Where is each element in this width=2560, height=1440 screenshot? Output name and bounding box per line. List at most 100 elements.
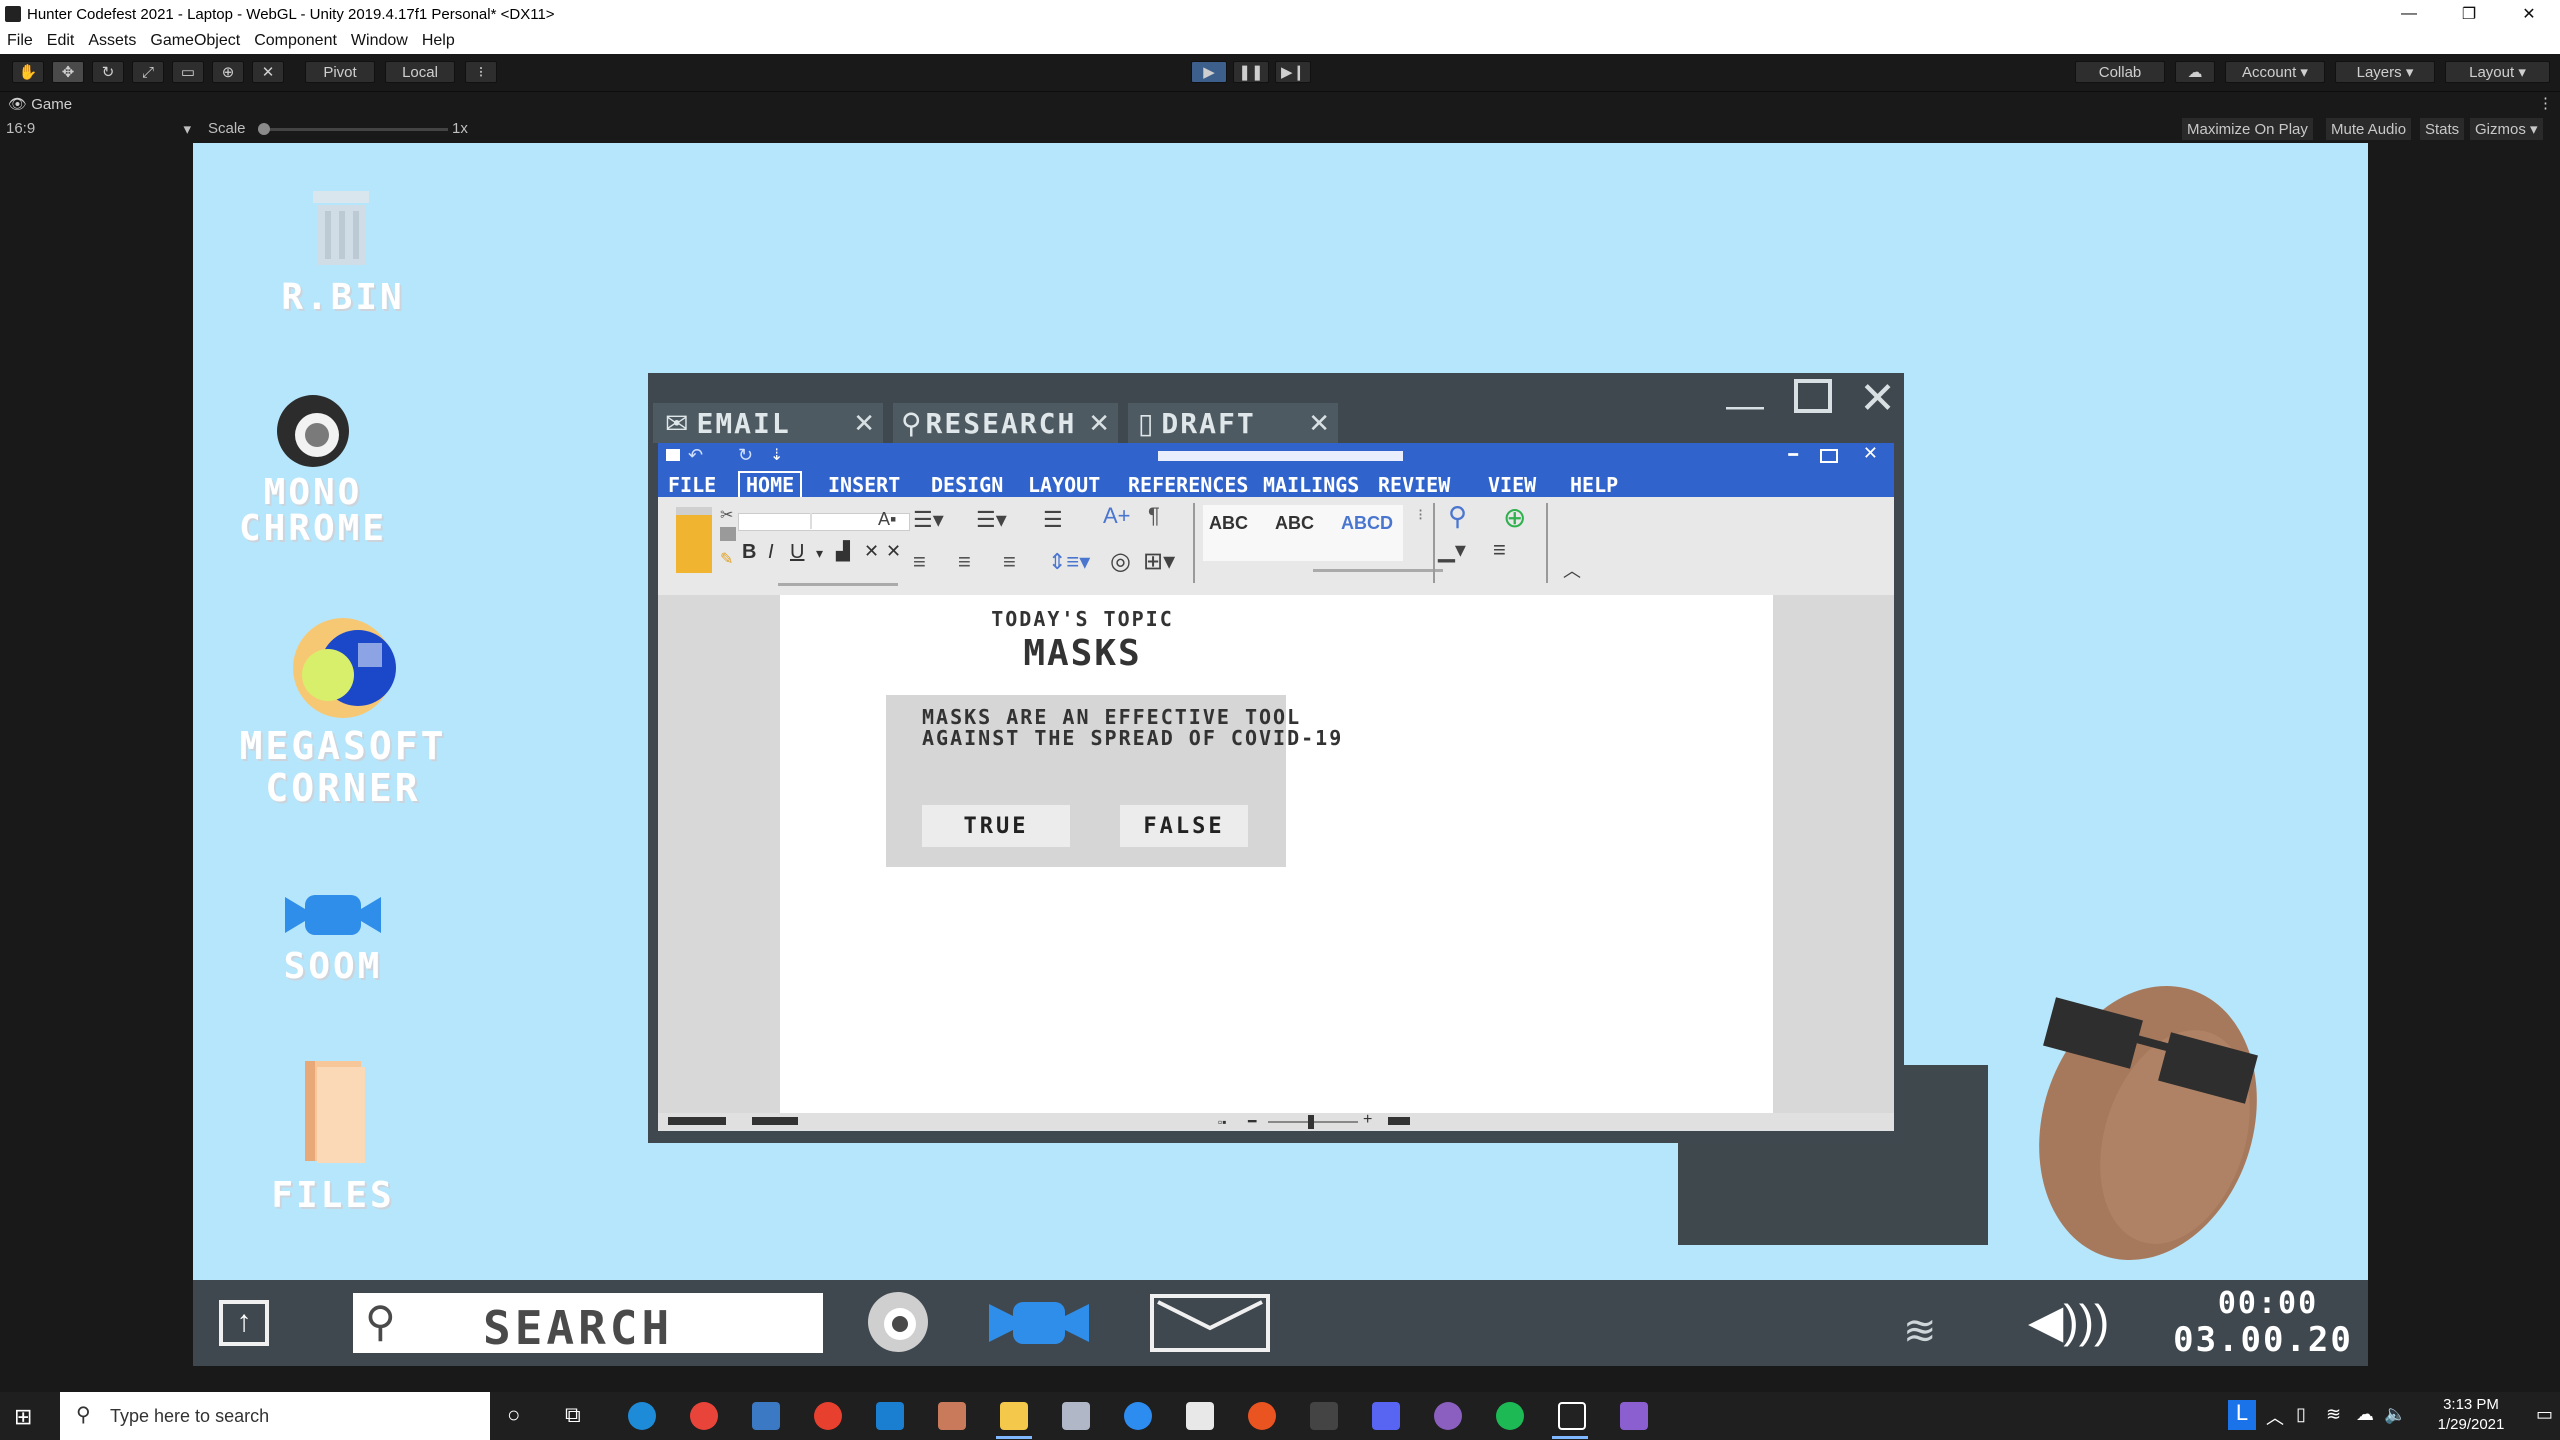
ribbon-tab-mailings[interactable]: MAILINGS	[1263, 473, 1359, 497]
ribbon-tab-file[interactable]: FILE	[668, 473, 716, 497]
ribbon-tab-insert[interactable]: INSERT	[828, 473, 900, 497]
windows-start-icon[interactable]: ⊞	[14, 1404, 32, 1430]
taskbar-mail-icon[interactable]	[1150, 1294, 1270, 1352]
desktop-icon-megasoft-corner[interactable]: MEGASOFT CORNER	[208, 613, 478, 813]
save-icon[interactable]	[666, 449, 680, 461]
pause-button[interactable]: ❚❚	[1233, 61, 1269, 83]
tab-draft[interactable]: ▯ DRAFT ✕	[1128, 403, 1338, 443]
panel-menu-icon[interactable]: ⋮	[2538, 94, 2553, 112]
chrome-icon[interactable]	[690, 1402, 718, 1430]
ribbon-tab-review[interactable]: REVIEW	[1378, 473, 1450, 497]
align-right-icon[interactable]: ≡	[1003, 549, 1016, 575]
move-tool-icon[interactable]: ✥	[52, 61, 84, 83]
bullet-list-icon[interactable]: ☰▾	[913, 507, 944, 533]
font-size-icon[interactable]: A▪	[878, 509, 896, 530]
pivot-button[interactable]: Pivot	[305, 61, 375, 83]
desktop-icon-soom[interactable]: SOOM	[243, 883, 423, 1003]
layout-dropdown[interactable]: Layout ▾	[2445, 61, 2550, 83]
menu-assets[interactable]: Assets	[81, 32, 143, 50]
style-normal[interactable]: ABC	[1209, 513, 1248, 534]
line-spacing-icon[interactable]: ⇕≡▾	[1048, 549, 1090, 575]
store-icon[interactable]	[752, 1402, 780, 1430]
false-button[interactable]: FALSE	[1120, 805, 1248, 847]
styles-gallery[interactable]: ABC ABC ABCD	[1203, 505, 1403, 561]
cut-icon[interactable]: ✂	[720, 505, 733, 525]
find-icon[interactable]: ⚲	[1448, 501, 1467, 532]
snip-tool-icon[interactable]	[1062, 1402, 1090, 1430]
scale-slider-thumb[interactable]	[258, 123, 270, 135]
multilevel-list-icon[interactable]: ☰	[1043, 507, 1063, 533]
edge-icon[interactable]	[628, 1402, 656, 1430]
redo-icon[interactable]: ↻	[738, 445, 753, 466]
tab-close-icon[interactable]: ✕	[853, 408, 875, 439]
cortana-icon[interactable]: ○	[507, 1402, 520, 1428]
tab-close-icon[interactable]: ✕	[1088, 408, 1110, 439]
italic-icon[interactable]: I	[768, 541, 774, 564]
spotify-icon[interactable]	[1496, 1402, 1524, 1430]
terminal-icon[interactable]	[1310, 1402, 1338, 1430]
numbered-list-icon[interactable]: ☰▾	[976, 507, 1007, 533]
notes-icon[interactable]	[1186, 1402, 1214, 1430]
bold-icon[interactable]: B	[742, 541, 756, 564]
game-app-icon[interactable]	[938, 1402, 966, 1430]
system-time[interactable]: 3:13 PM	[2416, 1396, 2526, 1413]
menu-window[interactable]: Window	[344, 32, 415, 50]
tray-app-icon[interactable]: L	[2228, 1400, 2256, 1430]
tab-email[interactable]: ✉ EMAIL ✕	[653, 403, 883, 443]
notifications-icon[interactable]: ▭	[2536, 1404, 2553, 1425]
ribbon-tab-home[interactable]: HOME	[738, 471, 803, 499]
style-no-spacing[interactable]: ABC	[1275, 513, 1314, 534]
desktop-icon-monochrome[interactable]: MONO CHROME	[213, 393, 413, 593]
align-left-icon[interactable]: ≡	[913, 549, 926, 575]
local-button[interactable]: Local	[385, 61, 455, 83]
mail-app-icon[interactable]	[814, 1402, 842, 1430]
cloud-icon[interactable]: ☁	[2175, 61, 2215, 83]
play-button[interactable]: ▶	[1191, 61, 1227, 83]
grow-font-icon[interactable]: A+	[1103, 503, 1131, 529]
desktop-icon-recycle-bin[interactable]: R.BIN	[263, 183, 423, 363]
outlook-icon[interactable]	[876, 1402, 904, 1430]
aspect-dropdown[interactable]: 16:9 ▾	[6, 120, 191, 138]
collapse-ribbon-icon[interactable]: ︿	[1563, 557, 1581, 583]
format-painter-icon[interactable]: ✎	[720, 549, 733, 569]
game-tab[interactable]: 👁 Game	[8, 95, 72, 113]
menu-help[interactable]: Help	[415, 32, 462, 50]
mute-audio-button[interactable]: Mute Audio	[2326, 118, 2412, 140]
word-minimize-icon[interactable]: ━	[1788, 445, 1798, 465]
text-effects-icon[interactable]: ✕	[886, 541, 901, 562]
volume-icon[interactable]: ◀)))	[2028, 1294, 2109, 1348]
zoom-app-icon[interactable]	[1124, 1402, 1152, 1430]
tray-cloud-icon[interactable]: ☁	[2356, 1404, 2374, 1425]
add-in-icon[interactable]: ⊕	[1503, 501, 1526, 534]
app-minimize-icon[interactable]: —	[1726, 385, 1764, 428]
game-start-icon[interactable]: ↑	[219, 1300, 269, 1346]
scale-slider[interactable]	[258, 123, 448, 135]
desktop-icon-files[interactable]: FILES	[243, 1053, 423, 1233]
menu-file[interactable]: File	[0, 32, 40, 50]
view-mode-icons[interactable]: ▫▪	[1218, 1115, 1227, 1129]
clear-format-icon[interactable]: ✕	[864, 541, 879, 562]
gizmos-button[interactable]: Gizmos ▾	[2470, 118, 2543, 140]
close-button[interactable]: ✕	[2500, 0, 2558, 28]
strikethrough-icon[interactable]: ▾	[816, 545, 823, 562]
subscript-icon[interactable]: ▟	[836, 541, 850, 562]
clipboard-paste-icon[interactable]	[676, 507, 712, 573]
menu-edit[interactable]: Edit	[40, 32, 82, 50]
ribbon-tab-design[interactable]: DESIGN	[931, 473, 1003, 497]
menu-component[interactable]: Component	[247, 32, 344, 50]
zoom-in-icon[interactable]: +	[1363, 1111, 1372, 1129]
zoom-slider-thumb[interactable]	[1308, 1115, 1314, 1129]
tray-volume-icon[interactable]: 🔈	[2384, 1404, 2406, 1425]
app-maximize-icon[interactable]	[1794, 379, 1832, 413]
transform-tool-icon[interactable]: ⊕	[212, 61, 244, 83]
menu-gameobject[interactable]: GameObject	[143, 32, 247, 50]
wifi-icon[interactable]: ≋	[1903, 1308, 1937, 1354]
tray-wifi-icon[interactable]: ≋	[2326, 1404, 2341, 1425]
underline-icon[interactable]: U	[790, 541, 804, 564]
custom-tool-icon[interactable]: ✕	[252, 61, 284, 83]
document-page[interactable]: TODAY'S TOPIC MASKS MASKS ARE AN EFFECTI…	[780, 595, 1773, 1113]
minimize-button[interactable]: —	[2380, 0, 2438, 28]
undo-icon[interactable]: ↶	[688, 445, 703, 466]
file-explorer-icon[interactable]	[1000, 1402, 1028, 1430]
step-button[interactable]: ▶❙	[1275, 61, 1311, 83]
